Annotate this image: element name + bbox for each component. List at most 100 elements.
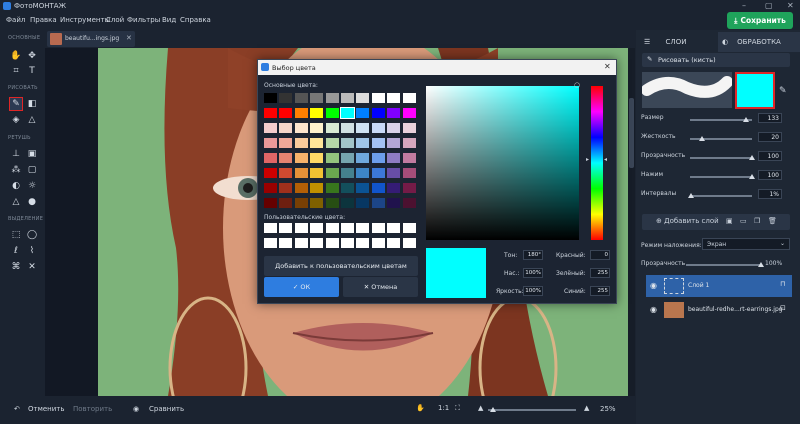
menu-file[interactable]: Файл bbox=[6, 16, 25, 24]
eye-icon[interactable]: ◉ bbox=[650, 281, 657, 290]
palette-swatch[interactable] bbox=[325, 138, 339, 148]
blur-tool-icon[interactable]: ● bbox=[26, 196, 38, 208]
document-tab[interactable]: beautifu...ings.jpg ✕ bbox=[47, 31, 135, 47]
palette-swatch[interactable] bbox=[325, 123, 339, 133]
palette-swatch[interactable] bbox=[356, 108, 370, 118]
magnetic-lasso-icon[interactable]: ⌘ bbox=[10, 261, 22, 273]
palette-swatch[interactable] bbox=[310, 123, 324, 133]
palette-swatch[interactable] bbox=[264, 123, 277, 133]
palette-swatch[interactable] bbox=[371, 93, 385, 103]
sun-tool-icon[interactable]: ☼ bbox=[26, 180, 38, 192]
palette-swatch[interactable] bbox=[294, 153, 308, 163]
custom-color-swatch[interactable] bbox=[341, 238, 354, 248]
saturation-input[interactable]: 100% bbox=[523, 268, 543, 278]
hue-slider[interactable] bbox=[591, 86, 603, 240]
palette-swatch[interactable] bbox=[310, 183, 324, 193]
palette-swatch[interactable] bbox=[387, 138, 401, 148]
fit-screen-icon[interactable]: ⛶ bbox=[455, 404, 460, 413]
custom-color-swatch[interactable] bbox=[325, 223, 339, 233]
palette-swatch[interactable] bbox=[294, 123, 308, 133]
custom-color-swatch[interactable] bbox=[387, 223, 401, 233]
custom-color-swatch[interactable] bbox=[310, 223, 324, 233]
dialog-close-icon[interactable]: ✕ bbox=[604, 62, 611, 71]
eraser-tool-icon[interactable]: ◧ bbox=[26, 98, 38, 110]
zoom-out-icon[interactable]: ▲ bbox=[478, 404, 483, 412]
palette-swatch[interactable] bbox=[371, 138, 385, 148]
canvas-scrollbar[interactable] bbox=[628, 48, 635, 396]
layer-opacity-knob[interactable] bbox=[758, 262, 764, 267]
palette-swatch[interactable] bbox=[310, 138, 324, 148]
blue-input[interactable]: 255 bbox=[590, 286, 610, 296]
palette-swatch[interactable] bbox=[310, 168, 324, 178]
palette-swatch[interactable] bbox=[279, 123, 293, 133]
ok-button[interactable]: ✓ ОК bbox=[264, 277, 339, 297]
palette-swatch[interactable] bbox=[387, 198, 401, 208]
param-slider-knob[interactable] bbox=[749, 174, 755, 179]
zoom-slider-knob[interactable] bbox=[490, 407, 497, 412]
custom-color-swatch[interactable] bbox=[325, 238, 339, 248]
move-tool-icon[interactable]: ✥ bbox=[26, 50, 38, 62]
healing-tool-icon[interactable]: ⁂ bbox=[10, 164, 22, 176]
saturation-value-field[interactable] bbox=[426, 86, 579, 240]
eye-icon[interactable]: ◉ bbox=[650, 305, 657, 314]
compare-button[interactable]: Сравнить bbox=[149, 405, 184, 413]
custom-color-swatch[interactable] bbox=[371, 238, 385, 248]
custom-color-swatch[interactable] bbox=[356, 238, 370, 248]
palette-swatch[interactable] bbox=[279, 153, 293, 163]
custom-color-swatch[interactable] bbox=[371, 223, 385, 233]
undo-button[interactable]: Отменить bbox=[28, 405, 65, 413]
custom-color-swatch[interactable] bbox=[279, 238, 293, 248]
close-window-icon[interactable]: ✕ bbox=[787, 1, 794, 10]
palette-swatch[interactable] bbox=[279, 138, 293, 148]
palette-swatch[interactable] bbox=[341, 198, 354, 208]
palette-swatch[interactable] bbox=[371, 168, 385, 178]
custom-color-swatch[interactable] bbox=[402, 238, 416, 248]
green-input[interactable]: 255 bbox=[590, 268, 610, 278]
palette-swatch[interactable] bbox=[356, 183, 370, 193]
menu-help[interactable]: Справка bbox=[180, 16, 211, 24]
custom-color-swatch[interactable] bbox=[294, 223, 308, 233]
custom-color-swatch[interactable] bbox=[341, 223, 354, 233]
palette-swatch[interactable] bbox=[279, 93, 293, 103]
hue-input[interactable]: 180° bbox=[523, 250, 543, 260]
palette-swatch[interactable] bbox=[341, 153, 354, 163]
palette-swatch[interactable] bbox=[264, 198, 277, 208]
palette-swatch[interactable] bbox=[402, 138, 416, 148]
folder-icon[interactable]: ▭ bbox=[740, 217, 747, 225]
lock-icon[interactable]: ⊡ bbox=[780, 304, 786, 312]
custom-color-swatch[interactable] bbox=[310, 238, 324, 248]
palette-swatch[interactable] bbox=[264, 168, 277, 178]
palette-swatch[interactable] bbox=[387, 123, 401, 133]
palette-swatch[interactable] bbox=[371, 108, 385, 118]
hand-tool-icon[interactable]: ✋ bbox=[10, 50, 22, 62]
shapes-tool-icon[interactable]: △ bbox=[26, 114, 38, 126]
sharpen-tool-icon[interactable]: △ bbox=[10, 196, 22, 208]
poly-lasso-icon[interactable]: ⌇ bbox=[26, 245, 38, 257]
palette-swatch[interactable] bbox=[356, 123, 370, 133]
palette-swatch[interactable] bbox=[402, 198, 416, 208]
palette-swatch[interactable] bbox=[402, 123, 416, 133]
save-button[interactable]: ⤓ Сохранить bbox=[727, 12, 793, 29]
palette-swatch[interactable] bbox=[387, 168, 401, 178]
exposure-tool-icon[interactable]: ◐ bbox=[10, 180, 22, 192]
palette-swatch[interactable] bbox=[387, 93, 401, 103]
param-slider-knob[interactable] bbox=[749, 155, 755, 160]
patch-tool-icon[interactable]: ▣ bbox=[26, 148, 38, 160]
palette-swatch[interactable] bbox=[341, 168, 354, 178]
zoom-slider[interactable] bbox=[488, 409, 576, 411]
custom-color-swatch[interactable] bbox=[402, 223, 416, 233]
palette-swatch[interactable] bbox=[387, 153, 401, 163]
palette-swatch[interactable] bbox=[294, 93, 308, 103]
palette-swatch[interactable] bbox=[310, 108, 324, 118]
tab-processing[interactable]: ◐ ОБРАБОТКА bbox=[718, 32, 800, 52]
menu-tools[interactable]: Инструменты bbox=[60, 16, 110, 24]
hue-arrow-right-icon[interactable]: ◂ bbox=[604, 156, 607, 163]
palette-swatch[interactable] bbox=[341, 93, 354, 103]
param-slider[interactable] bbox=[690, 176, 752, 178]
menu-edit[interactable]: Правка bbox=[30, 16, 57, 24]
param-slider-knob[interactable] bbox=[742, 117, 749, 122]
palette-swatch[interactable] bbox=[402, 168, 416, 178]
palette-swatch[interactable] bbox=[325, 168, 339, 178]
param-slider-knob[interactable] bbox=[687, 193, 694, 198]
custom-color-swatch[interactable] bbox=[264, 238, 277, 248]
